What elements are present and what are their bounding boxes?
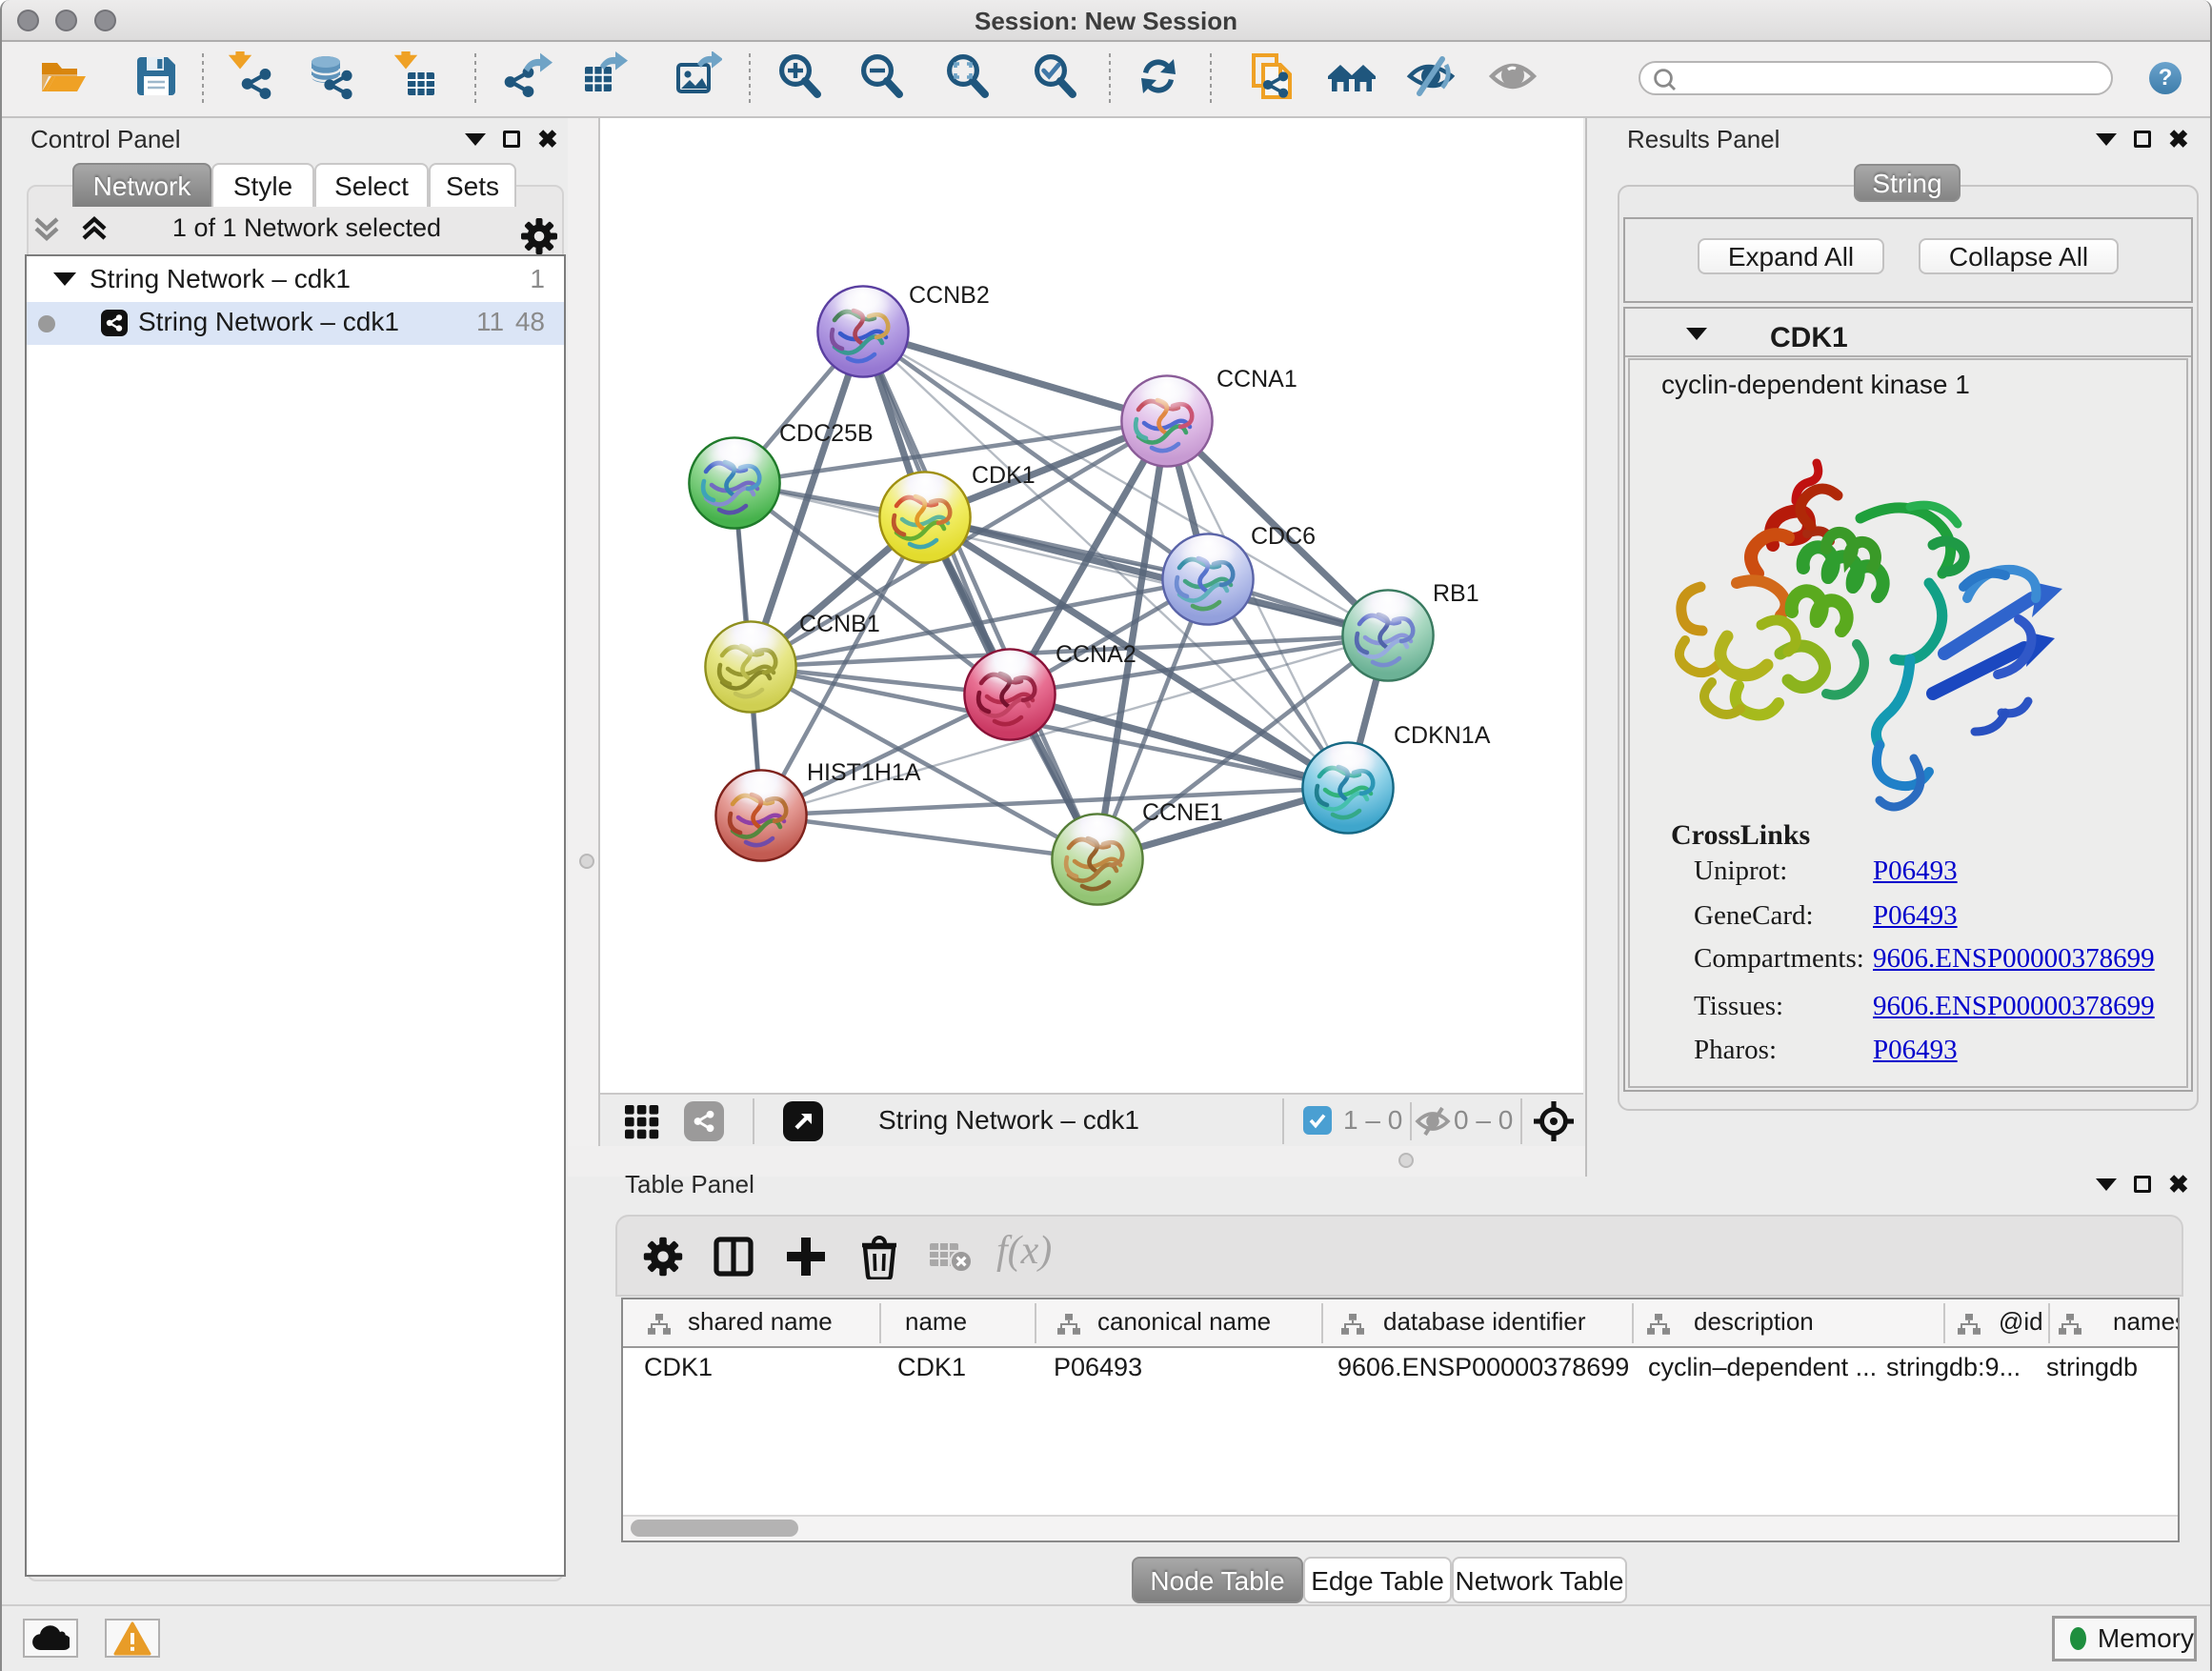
svg-text:CCNA1: CCNA1 [1217,366,1297,393]
svg-text:CDKN1A: CDKN1A [1394,722,1491,749]
svg-text:HIST1H1A: HIST1H1A [807,759,921,786]
svg-text:CCNB1: CCNB1 [799,611,880,637]
svg-text:CCNB2: CCNB2 [909,282,990,309]
svg-text:CDC25B: CDC25B [779,420,874,447]
svg-text:CCNA2: CCNA2 [1056,641,1136,668]
svg-text:CCNE1: CCNE1 [1142,799,1223,826]
svg-text:RB1: RB1 [1433,580,1479,607]
svg-text:CDC6: CDC6 [1251,523,1316,550]
svg-text:CDK1: CDK1 [972,462,1036,489]
